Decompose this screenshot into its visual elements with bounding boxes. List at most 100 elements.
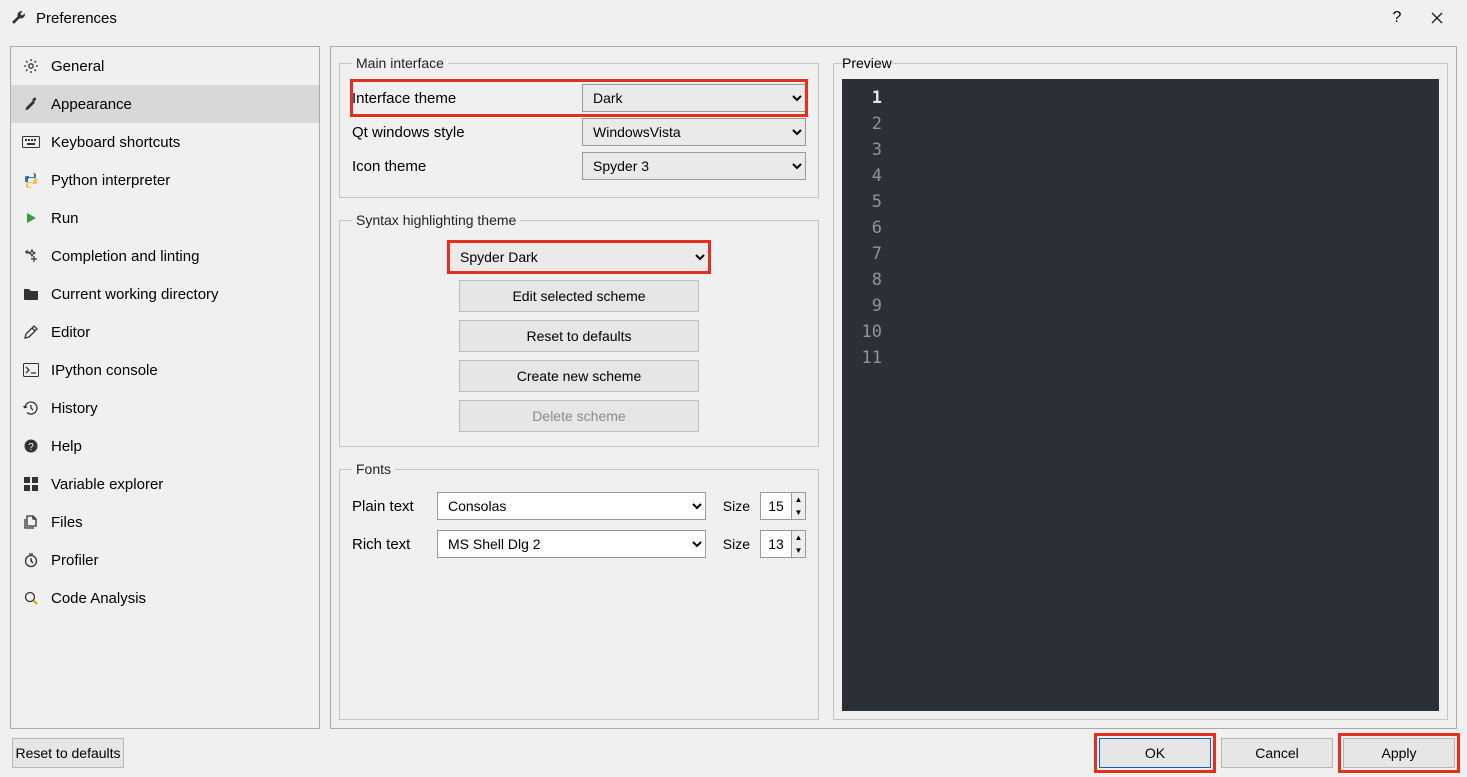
sidebar-item-label: Editor xyxy=(51,324,90,341)
create-scheme-button[interactable]: Create new scheme xyxy=(459,360,699,392)
interface-theme-row: Interface theme Dark xyxy=(352,81,806,115)
plain-text-size-spinner[interactable]: ▲▼ xyxy=(760,492,806,520)
sidebar-item-label: Help xyxy=(51,438,82,455)
sidebar-item-label: History xyxy=(51,400,98,417)
titlebar: Preferences ? xyxy=(0,0,1467,36)
sidebar-item-keyboard-shortcuts[interactable]: Keyboard shortcuts xyxy=(11,123,319,161)
interface-theme-select[interactable]: Dark xyxy=(582,84,806,112)
play-icon xyxy=(21,211,41,225)
sidebar-item-help[interactable]: ? Help xyxy=(11,427,319,465)
main-interface-group: Main interface Interface theme Dark Qt w… xyxy=(339,55,819,198)
help-button[interactable]: ? xyxy=(1377,0,1417,36)
delete-scheme-button: Delete scheme xyxy=(459,400,699,432)
sparkles-icon xyxy=(21,248,41,264)
sidebar-item-label: Variable explorer xyxy=(51,476,163,493)
line-number: 1 xyxy=(842,85,882,111)
icon-theme-row: Icon theme Spyder 3 xyxy=(352,149,806,183)
rich-text-size-value[interactable] xyxy=(761,531,791,557)
sidebar-item-label: Appearance xyxy=(51,96,132,113)
main-interface-legend: Main interface xyxy=(352,55,448,71)
sidebar-item-variable-explorer[interactable]: Variable explorer xyxy=(11,465,319,503)
folder-icon xyxy=(21,287,41,301)
sidebar-item-label: Run xyxy=(51,210,79,227)
rich-text-label: Rich text xyxy=(352,536,427,553)
analysis-icon xyxy=(21,590,41,606)
line-number: 11 xyxy=(842,345,882,371)
sidebar-item-label: Files xyxy=(51,514,83,531)
sidebar-item-history[interactable]: History xyxy=(11,389,319,427)
clock-icon xyxy=(21,552,41,568)
sidebar-item-cwd[interactable]: Current working directory xyxy=(11,275,319,313)
sidebar-item-completion[interactable]: Completion and linting xyxy=(11,237,319,275)
files-icon xyxy=(21,514,41,530)
fonts-legend: Fonts xyxy=(352,461,395,477)
sidebar-item-label: IPython console xyxy=(51,362,158,379)
plain-text-size-value[interactable] xyxy=(761,493,791,519)
rich-text-size-label: Size xyxy=(716,536,750,552)
sidebar-item-appearance[interactable]: Appearance xyxy=(11,85,319,123)
history-icon xyxy=(21,400,41,416)
line-number: 5 xyxy=(842,189,882,215)
cancel-button[interactable]: Cancel xyxy=(1221,738,1333,768)
rich-text-font-select[interactable]: MS Shell Dlg 2 xyxy=(437,530,706,558)
apply-button[interactable]: Apply xyxy=(1343,738,1455,768)
reset-scheme-button[interactable]: Reset to defaults xyxy=(459,320,699,352)
icon-theme-select[interactable]: Spyder 3 xyxy=(582,152,806,180)
line-number: 3 xyxy=(842,137,882,163)
spinner-arrows[interactable]: ▲▼ xyxy=(791,531,805,557)
line-number: 6 xyxy=(842,215,882,241)
content-area: General Appearance Keyboard shortcuts Py… xyxy=(0,36,1467,729)
qt-style-select[interactable]: WindowsVista xyxy=(582,118,806,146)
interface-theme-label: Interface theme xyxy=(352,90,582,107)
terminal-icon xyxy=(21,363,41,377)
reset-defaults-button[interactable]: Reset to defaults xyxy=(12,738,124,768)
syntax-theme-group: Syntax highlighting theme Spyder Dark Ed… xyxy=(339,212,819,447)
sidebar-item-python-interpreter[interactable]: Python interpreter xyxy=(11,161,319,199)
edit-scheme-button[interactable]: Edit selected scheme xyxy=(459,280,699,312)
dialog-footer: Reset to defaults OK Cancel Apply xyxy=(0,729,1467,777)
sidebar-item-ipython[interactable]: IPython console xyxy=(11,351,319,389)
line-number: 10 xyxy=(842,319,882,345)
sidebar-item-files[interactable]: Files xyxy=(11,503,319,541)
sidebar-item-general[interactable]: General xyxy=(11,47,319,85)
plain-text-size-label: Size xyxy=(716,498,750,514)
sidebar-item-label: Keyboard shortcuts xyxy=(51,134,180,151)
syntax-scheme-select[interactable]: Spyder Dark xyxy=(449,242,709,272)
rich-text-size-spinner[interactable]: ▲▼ xyxy=(760,530,806,558)
icon-theme-label: Icon theme xyxy=(352,158,582,175)
preview-column: Preview 1234567891011 xyxy=(833,55,1448,720)
spinner-arrows[interactable]: ▲▼ xyxy=(791,493,805,519)
close-button[interactable] xyxy=(1417,0,1457,36)
question-icon: ? xyxy=(21,438,41,454)
line-number-gutter: 1234567891011 xyxy=(842,79,892,711)
grid-icon xyxy=(21,477,41,491)
settings-panel: Main interface Interface theme Dark Qt w… xyxy=(330,46,1457,729)
syntax-theme-legend: Syntax highlighting theme xyxy=(352,212,520,228)
sidebar-item-code-analysis[interactable]: Code Analysis xyxy=(11,579,319,617)
eyedropper-icon xyxy=(21,96,41,112)
gear-icon xyxy=(21,58,41,74)
rich-text-font-row: Rich text MS Shell Dlg 2 Size ▲▼ xyxy=(352,525,806,563)
code-area[interactable] xyxy=(892,79,1439,711)
fonts-group: Fonts Plain text Consolas Size ▲▼ Rich t… xyxy=(339,461,819,720)
svg-text:?: ? xyxy=(28,442,34,453)
sidebar-item-editor[interactable]: Editor xyxy=(11,313,319,351)
window-title: Preferences xyxy=(36,10,117,27)
sidebar-item-run[interactable]: Run xyxy=(11,199,319,237)
keyboard-icon xyxy=(21,136,41,148)
sidebar-item-profiler[interactable]: Profiler xyxy=(11,541,319,579)
qt-style-row: Qt windows style WindowsVista xyxy=(352,115,806,149)
line-number: 8 xyxy=(842,267,882,293)
line-number: 7 xyxy=(842,241,882,267)
settings-left-column: Main interface Interface theme Dark Qt w… xyxy=(339,55,819,720)
ok-button[interactable]: OK xyxy=(1099,738,1211,768)
plain-text-font-row: Plain text Consolas Size ▲▼ xyxy=(352,487,806,525)
plain-text-label: Plain text xyxy=(352,498,427,515)
preview-editor[interactable]: 1234567891011 xyxy=(842,79,1439,711)
preview-legend: Preview xyxy=(842,55,892,71)
line-number: 2 xyxy=(842,111,882,137)
line-number: 4 xyxy=(842,163,882,189)
sidebar-item-label: Python interpreter xyxy=(51,172,170,189)
sidebar-item-label: Profiler xyxy=(51,552,99,569)
plain-text-font-select[interactable]: Consolas xyxy=(437,492,706,520)
